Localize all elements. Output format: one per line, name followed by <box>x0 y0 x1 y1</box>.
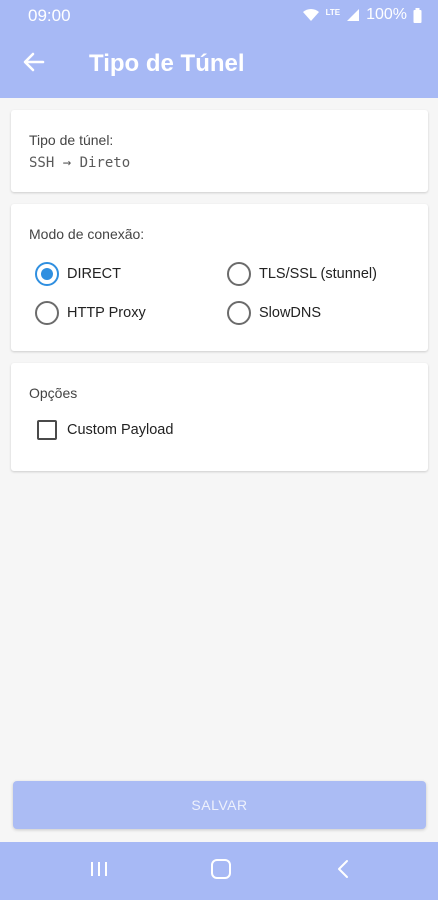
header: 09:00 LTE 100% Tipo de Túnel <box>0 0 438 98</box>
nav-back-button[interactable] <box>327 856 359 886</box>
radio-unchecked-icon <box>35 301 59 325</box>
tunnel-type-card: Tipo de túnel: SSH → Direto <box>11 110 428 192</box>
radio-direct[interactable]: DIRECT <box>35 260 121 288</box>
navigation-bar <box>0 842 438 900</box>
radio-http-proxy-label: HTTP Proxy <box>67 305 146 321</box>
tunnel-type-value: SSH → Direto <box>29 155 131 171</box>
radio-checked-icon <box>35 262 59 286</box>
screen: 09:00 LTE 100% Tipo de Túnel Tipo de tún… <box>0 0 438 900</box>
connection-mode-label: Modo de conexão: <box>29 226 145 242</box>
status-time: 09:00 <box>28 6 71 25</box>
tunnel-type-label: Tipo de túnel: <box>29 132 114 148</box>
radio-slowdns[interactable]: SlowDNS <box>227 299 321 327</box>
recents-button[interactable] <box>83 856 115 886</box>
battery-level: 100% <box>366 6 407 23</box>
page-title: Tipo de Túnel <box>89 50 245 77</box>
radio-tls-ssl[interactable]: TLS/SSL (stunnel) <box>227 260 377 288</box>
battery-icon <box>413 7 422 23</box>
radio-http-proxy[interactable]: HTTP Proxy <box>35 299 146 327</box>
wifi-icon <box>302 8 320 22</box>
arrow-left-icon <box>23 52 45 77</box>
app-bar: Tipo de Túnel <box>0 32 438 98</box>
radio-unchecked-icon <box>227 301 251 325</box>
status-icons: LTE 100% <box>302 6 422 24</box>
options-label: Opções <box>29 385 78 401</box>
back-icon <box>336 859 350 884</box>
radio-unchecked-icon <box>227 262 251 286</box>
save-button[interactable]: SALVAR <box>13 781 426 829</box>
custom-payload-label: Custom Payload <box>67 422 174 438</box>
radio-slowdns-label: SlowDNS <box>259 305 322 321</box>
back-button[interactable] <box>14 44 54 84</box>
options-card: Opções Custom Payload <box>11 363 428 471</box>
home-icon <box>210 858 232 885</box>
radio-direct-label: DIRECT <box>67 266 121 282</box>
connection-mode-card: Modo de conexão: DIRECT TLS/SSL (stunnel… <box>11 204 428 351</box>
custom-payload-checkbox[interactable]: Custom Payload <box>37 420 173 440</box>
home-button[interactable] <box>205 856 237 886</box>
checkbox-unchecked-icon <box>37 420 57 440</box>
radio-tls-ssl-label: TLS/SSL (stunnel) <box>259 266 377 282</box>
network-type: LTE <box>325 7 341 17</box>
recents-icon <box>88 860 110 883</box>
signal-icon <box>346 8 360 22</box>
status-bar: 09:00 LTE 100% <box>0 0 438 32</box>
